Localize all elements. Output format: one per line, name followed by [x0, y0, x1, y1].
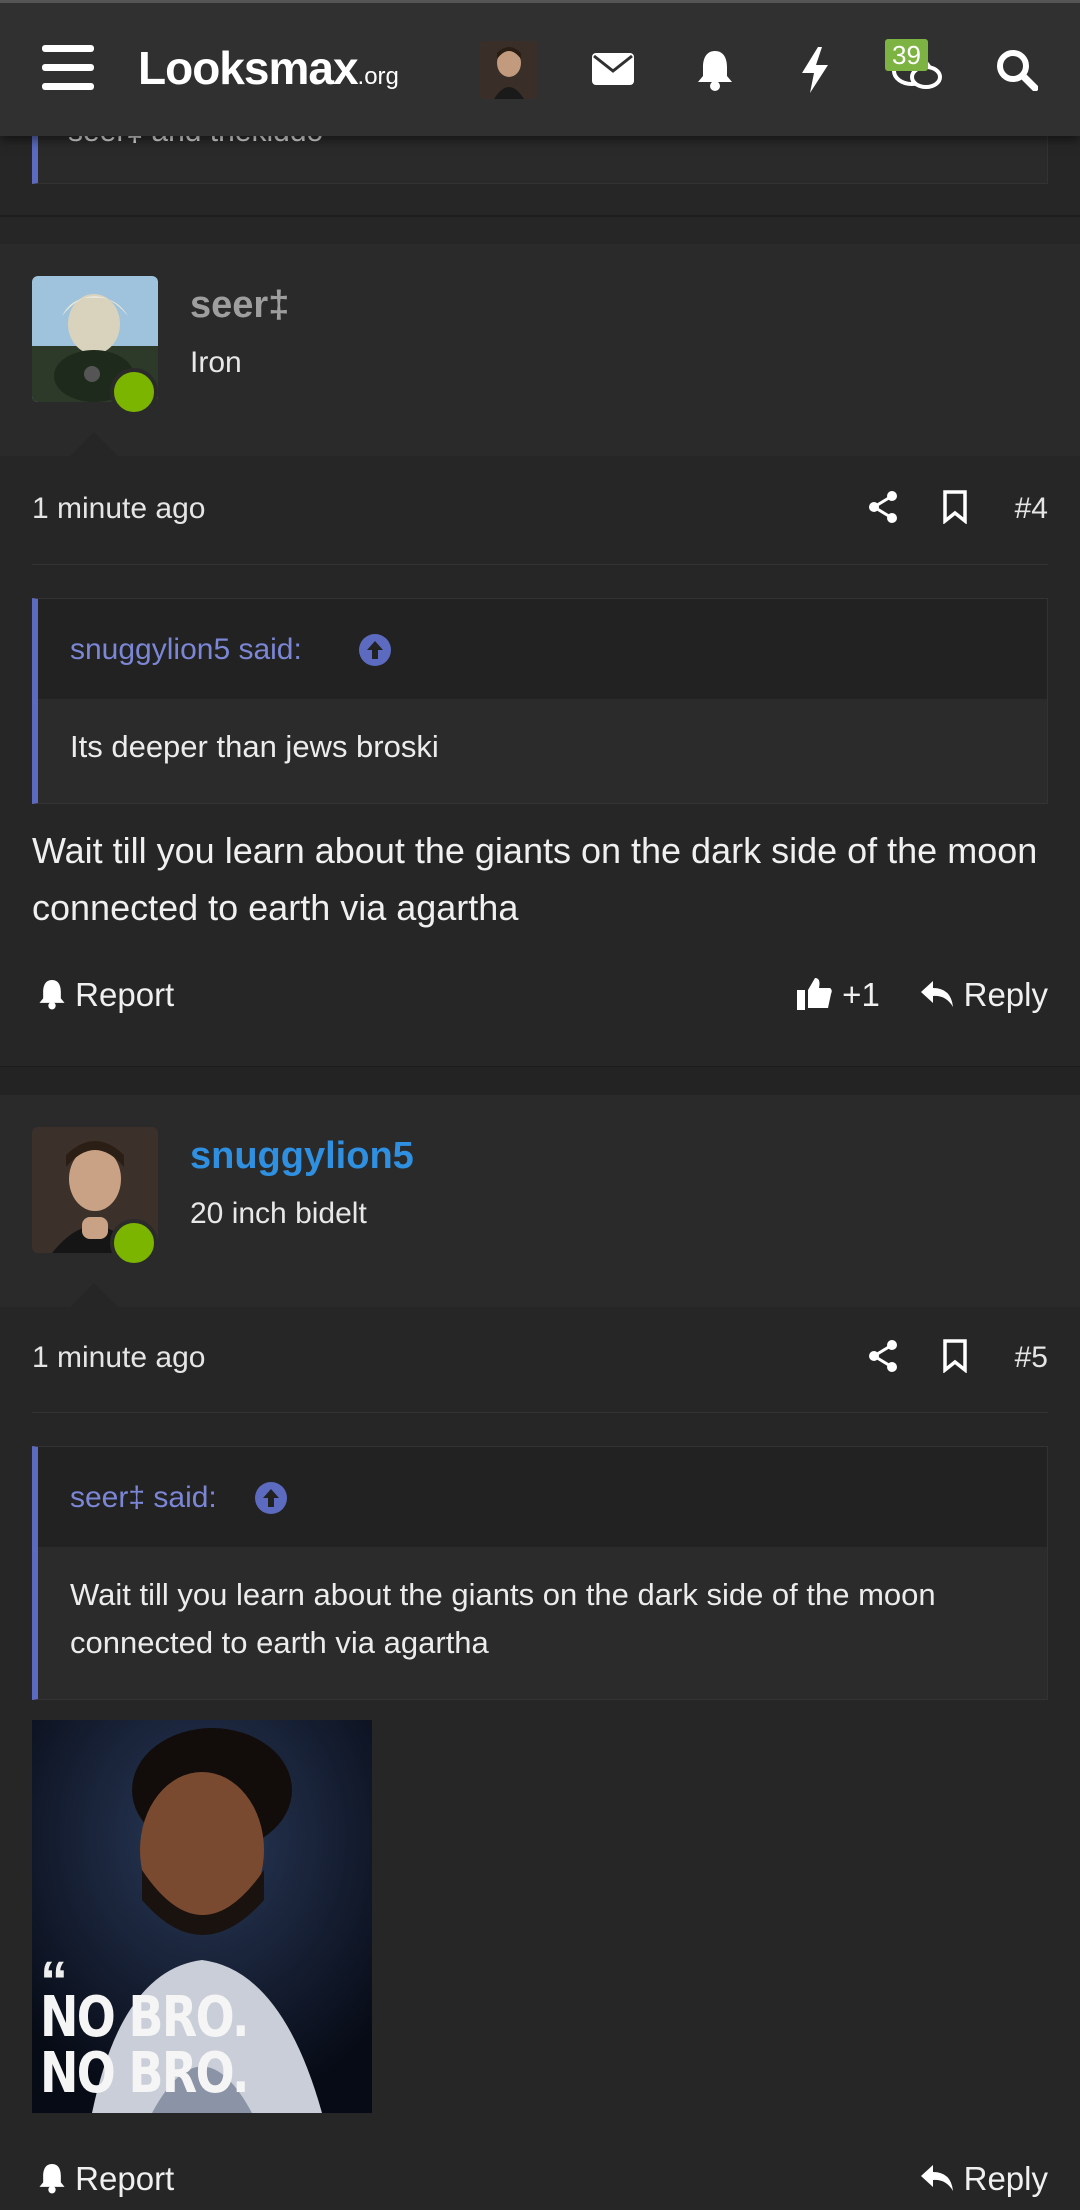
lightning-icon[interactable] [800, 47, 830, 98]
username[interactable]: snuggylion5 [190, 1135, 414, 1178]
report-button[interactable]: Report [38, 976, 174, 1014]
thumbs-up-icon[interactable] [797, 976, 833, 1010]
bell-icon [39, 980, 65, 1010]
user-title: 20 inch bidelt [190, 1197, 367, 1230]
quote-author[interactable]: seer‡ said: [70, 1481, 217, 1515]
divider [32, 564, 1048, 565]
share-icon[interactable] [868, 1339, 898, 1378]
menu-icon[interactable] [42, 45, 94, 96]
header-caret [70, 1283, 118, 1307]
post-time[interactable]: 1 minute ago [32, 1341, 205, 1375]
post-5-user-header: snuggylion5 20 inch bidelt [0, 1095, 1080, 1307]
jump-to-quote-icon[interactable] [254, 1481, 288, 1515]
post-actions: Report Reply [32, 2160, 1048, 2210]
quote-text: Its deeper than jews broski [70, 729, 439, 764]
online-status-indicator [110, 368, 158, 416]
divider [32, 1412, 1048, 1413]
post-body: Wait till you learn about the giants on … [32, 830, 1038, 928]
post-separator [0, 215, 1080, 217]
search-icon[interactable] [996, 49, 1039, 96]
quote-block: snuggylion5 said: Its deeper than jews b… [32, 598, 1048, 804]
site-logo[interactable]: Looksmax.org [138, 41, 399, 95]
share-icon[interactable] [868, 490, 898, 529]
bell-icon[interactable] [696, 49, 734, 96]
top-navigation-bar: Looksmax.org 39 [0, 0, 1080, 136]
quote-header[interactable]: seer‡ said: [38, 1447, 1047, 1547]
bookmark-icon[interactable] [942, 490, 968, 529]
post-number[interactable]: #4 [1015, 492, 1048, 526]
report-button[interactable]: Report [38, 2160, 174, 2198]
user-title: Iron [190, 346, 242, 379]
bookmark-icon[interactable] [942, 1339, 968, 1378]
meme-image[interactable]: “ NO BRO. NO BRO. [32, 1720, 372, 2113]
username[interactable]: seer‡ [190, 284, 289, 327]
header-caret [70, 432, 118, 456]
bell-icon [39, 2164, 65, 2194]
jump-to-quote-icon[interactable] [358, 633, 392, 667]
quote-author[interactable]: snuggylion5 said: [70, 633, 302, 667]
reply-button[interactable]: Reply [920, 2160, 1048, 2198]
quote-block: seer‡ said: Wait till you learn about th… [32, 1446, 1048, 1700]
reply-icon [921, 981, 954, 1007]
quote-text: Wait till you learn about the giants on … [70, 1577, 936, 1660]
meme-caption: NO BRO. NO BRO. [40, 1985, 249, 2106]
post-time[interactable]: 1 minute ago [32, 492, 205, 526]
reply-icon [921, 2165, 954, 2191]
post-number[interactable]: #5 [1015, 1341, 1048, 1375]
post-gap [0, 1066, 1080, 1096]
reply-button[interactable]: Reply [920, 976, 1048, 1014]
quote-header[interactable]: snuggylion5 said: [38, 599, 1047, 699]
conversations-badge: 39 [885, 39, 928, 71]
post-4-user-header: seer‡ Iron [0, 244, 1080, 456]
post-actions: Report +1 Reply [32, 976, 1048, 1026]
online-status-indicator [110, 1219, 158, 1267]
like-button[interactable]: +1 [797, 976, 880, 1014]
envelope-icon[interactable] [592, 53, 634, 90]
user-avatar-nav[interactable] [480, 41, 538, 99]
like-count[interactable]: +1 [842, 976, 880, 1013]
